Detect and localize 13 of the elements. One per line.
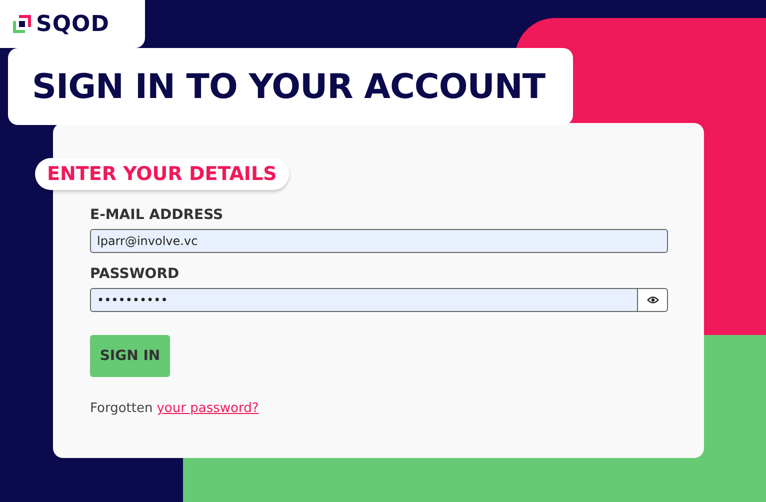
field-label: PASSWORD <box>90 266 180 282</box>
field-label: E-MAIL ADDRESS <box>90 207 224 223</box>
email-field[interactable]: lparr@involve.vc <box>90 229 668 253</box>
password-field[interactable]: •••••••••• <box>90 288 638 312</box>
logo-text: SQOD <box>36 12 110 36</box>
forgot-text: Forgotten <box>90 401 153 416</box>
forgot-password-link[interactable]: your password? <box>156 401 259 416</box>
show-password-button[interactable] <box>638 288 668 312</box>
section-heading: ENTER YOUR DETAILS <box>35 158 289 190</box>
logo-icon <box>12 14 32 34</box>
eye-icon <box>646 296 658 304</box>
page-title: SIGN IN TO YOUR ACCOUNT <box>32 66 546 106</box>
sign-in-button[interactable]: SIGN IN <box>90 335 170 377</box>
